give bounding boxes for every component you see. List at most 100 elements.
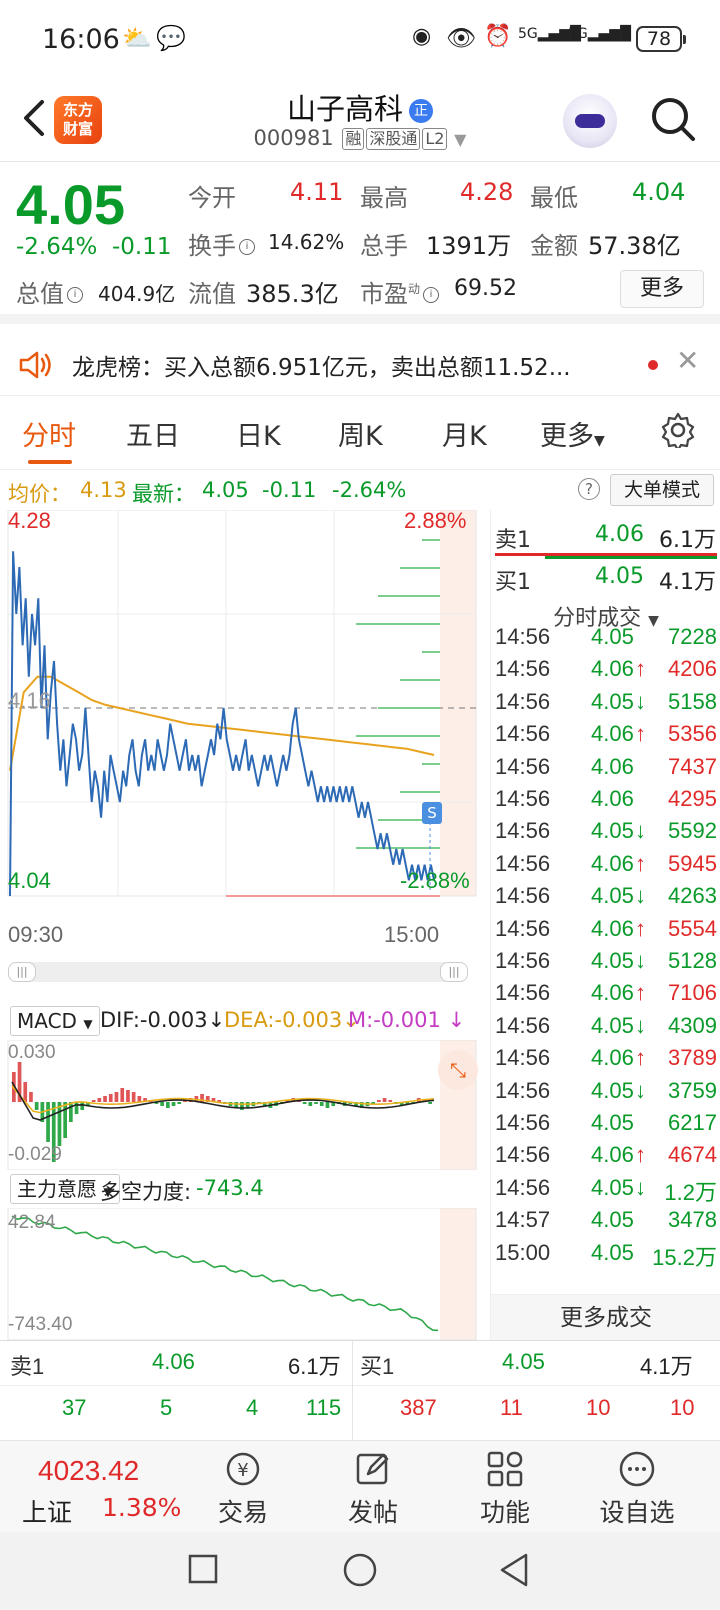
clock: 16:06 (42, 24, 120, 55)
trade-row: 14:56 4.05 ↓ 5592 (495, 818, 717, 844)
trade-icon: ¥ (226, 1452, 260, 1486)
index-name: 上证 (22, 1498, 73, 1527)
power-label: 多空力度: (100, 1180, 192, 1204)
book-buy-queue: 11 (500, 1395, 523, 1420)
big-order-mode-button[interactable]: 大单模式 (610, 474, 714, 506)
gear-icon[interactable] (660, 412, 696, 448)
trade-row: 14:56 4.06 ↑ 5554 (495, 915, 717, 941)
macd-bar (126, 1090, 130, 1102)
trade-row: 14:56 4.05 ↓ 1.2万 (495, 1174, 717, 1205)
back-nav-icon[interactable] (498, 1552, 530, 1588)
edit-icon (356, 1453, 389, 1485)
pe-value: 69.52 (454, 276, 517, 301)
open-label: 今开 (188, 184, 236, 212)
mktcap-label[interactable]: 总值 i (16, 274, 86, 309)
tab-5day[interactable]: 五日 (126, 414, 180, 453)
nav-functions[interactable]: 功能 (460, 1449, 550, 1529)
sell-signal-icon[interactable]: S (422, 802, 442, 824)
macd-bar (29, 1092, 33, 1102)
recents-icon[interactable] (188, 1554, 218, 1584)
macd-bar (319, 1102, 324, 1106)
nav-post[interactable]: 发帖 (328, 1449, 418, 1529)
tab-weekly-k[interactable]: 周K (338, 414, 383, 453)
nfc-icon: ◉ (412, 24, 432, 49)
notice-bar[interactable]: 龙虎榜：买入总额6.951亿元，卖出总额11.52... ✕ (0, 334, 720, 396)
trade-row: 14:56 4.06 ↑ 7106 (495, 980, 717, 1006)
macd-bar (103, 1096, 107, 1102)
macd-header: MACD ▼ DIF:-0.003↓ DEA:-0.003↓ M:-0.001 … (0, 1004, 490, 1040)
low-label: 最低 (530, 184, 578, 212)
macd-bar (240, 1102, 244, 1110)
tab-monthly-k[interactable]: 月K (442, 414, 487, 453)
trade-row: 14:56 4.05 ↓ 4263 (495, 883, 717, 909)
macd-bar (63, 1102, 67, 1138)
nav-add-watchlist[interactable]: 设自选 (592, 1449, 682, 1529)
ask1-row[interactable]: 卖1 4.06 6.1万 (495, 514, 717, 556)
intraday-chart[interactable]: 4.28 4.16 4.04 2.88% -2.88% S (0, 508, 490, 920)
macd-chart-svg (7, 1039, 477, 1171)
avg-price-bar: 均价： 4.13 最新： 4.05 -0.11 -2.64% ? 大单模式 (0, 470, 720, 510)
trade-row: 14:56 4.05 ↓ 3759 (495, 1077, 717, 1103)
index-pct: 1.38% (102, 1493, 182, 1522)
bid-bar (545, 556, 717, 559)
macd-bar (91, 1100, 96, 1102)
help-icon[interactable]: ? (578, 478, 600, 500)
pe-label[interactable]: 市盈动 i (360, 274, 442, 309)
period-tabs: 分时 五日 日K 周K 月K 更多▼ (0, 396, 720, 470)
amount-value: 57.38亿 (588, 232, 681, 260)
closing-auction-band (440, 1208, 476, 1340)
amount-label: 金额 (530, 232, 578, 260)
latest-pct: -2.64% (332, 478, 407, 502)
flow-frame (7, 1207, 477, 1341)
scroll-handle-left[interactable]: ||| (8, 962, 36, 982)
more-quote-button[interactable]: 更多 (620, 270, 704, 308)
tab-more[interactable]: 更多▼ (540, 414, 605, 453)
book-sell-vol: 6.1万 (288, 1354, 341, 1379)
time-scrollbar[interactable]: ||| ||| (8, 962, 468, 982)
latest-label: 最新： (132, 482, 195, 506)
bid1-row[interactable]: 买1 4.05 4.1万 (495, 556, 717, 598)
macd-bar (308, 1102, 313, 1106)
quote-panel: 4.05 -2.64% -0.11 今开 4.11 最高 4.28 最低 4.0… (0, 162, 720, 324)
book-sell-label: 卖1 (10, 1354, 45, 1379)
dropdown-icon[interactable]: ▼ (454, 130, 466, 149)
book-buy-queue: 10 (586, 1395, 611, 1420)
scroll-handle-right[interactable]: ||| (440, 962, 468, 982)
flow-chart[interactable]: 42.84 -743.40 (0, 1207, 490, 1341)
tab-intraday[interactable]: 分时 (22, 414, 76, 453)
info-icon: i (239, 239, 255, 255)
macd-bar (302, 1102, 307, 1104)
book-buy-vol: 4.1万 (640, 1354, 693, 1379)
mktcap-value: 404.9亿 (98, 282, 176, 306)
y-tick-bottom: 4.04 (8, 868, 51, 893)
close-icon[interactable]: ✕ (676, 344, 699, 377)
expand-icon[interactable]: ⤡ (438, 1050, 478, 1090)
macd-bar (388, 1100, 393, 1102)
macd-bar (171, 1102, 176, 1106)
macd-chart[interactable]: 0.030 -0.029 ⤡ (0, 1039, 490, 1171)
info-icon: i (423, 287, 440, 303)
tab-daily-k[interactable]: 日K (236, 414, 281, 453)
turnover-label[interactable]: 换手 i (188, 226, 258, 261)
macd-bar (428, 1102, 432, 1104)
more-trades-button[interactable]: 更多成交 (491, 1294, 720, 1340)
intraday-chart-svg (7, 509, 477, 897)
trade-row: 14:57 4.05 3478 (495, 1207, 717, 1233)
nav-trade[interactable]: ¥ 交易 (198, 1449, 288, 1529)
macd-dea: DEA:-0.003↓ (224, 1008, 360, 1032)
eye-icon: 👁 (446, 24, 477, 52)
book-buy-queue: 10 (670, 1395, 695, 1420)
macd-bar (166, 1102, 170, 1108)
high-label: 最高 (360, 184, 408, 212)
assistant-robot-icon[interactable] (563, 94, 617, 148)
macd-tick-top: 0.030 (8, 1042, 56, 1063)
float-label: 流值 (188, 280, 236, 308)
home-icon[interactable] (342, 1552, 378, 1588)
status-bar: 16:06 ⛅ 💬 ◉ 👁 ⏰ 5G▂▄▆█ 5G▂▄▆█ 78 (0, 0, 720, 80)
book-sell-queue: 115 (306, 1395, 342, 1420)
volume-label: 总手 (360, 232, 408, 260)
battery-icon: 78 (636, 26, 686, 52)
macd-bar (120, 1088, 125, 1102)
search-icon[interactable] (648, 94, 698, 144)
indicator-select[interactable]: MACD ▼ (10, 1006, 100, 1036)
